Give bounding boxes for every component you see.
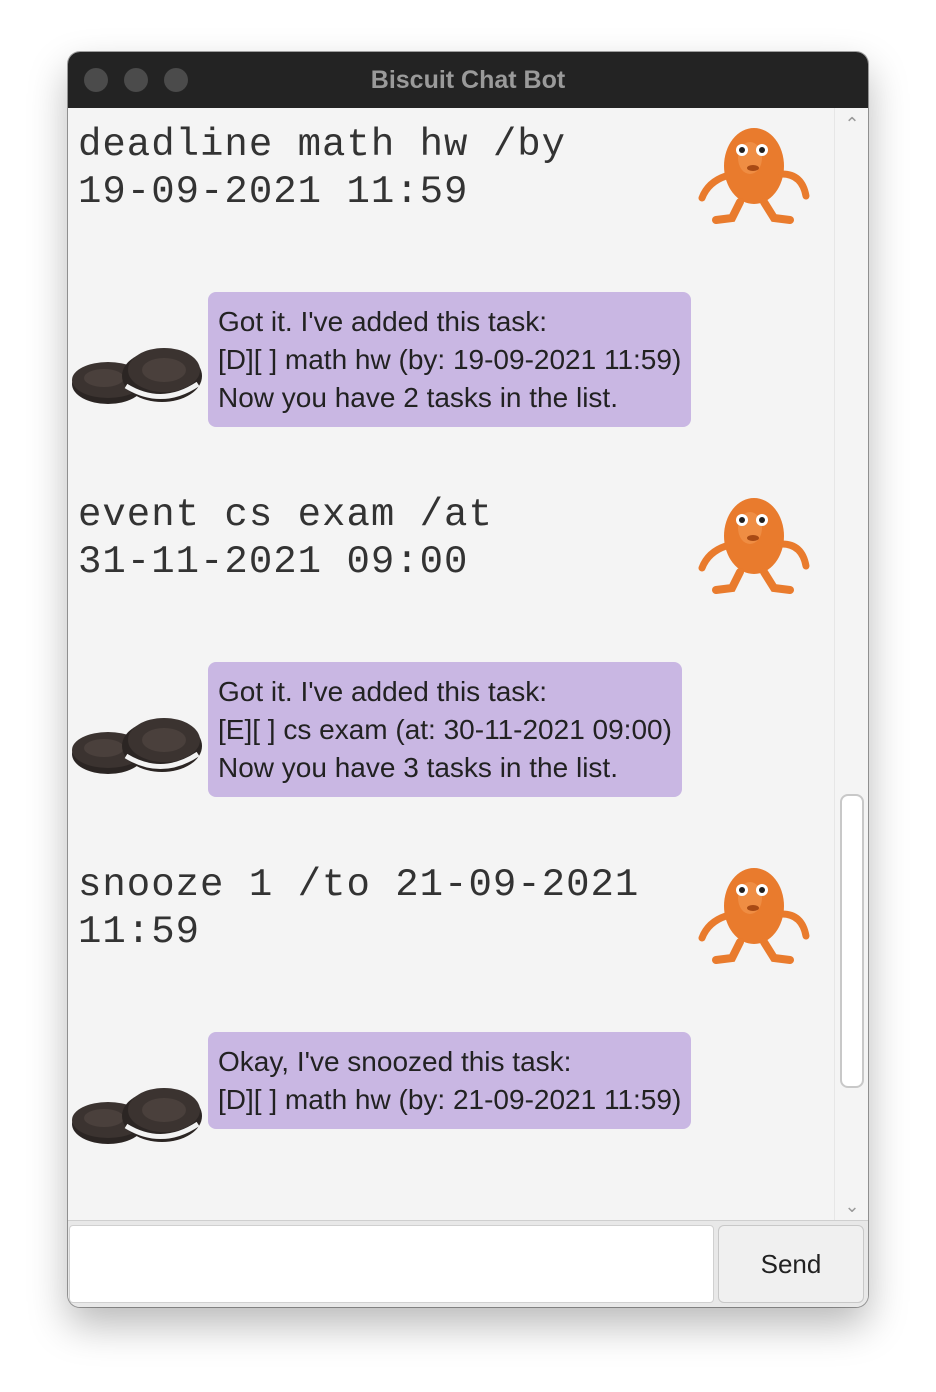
chat-scroll-area[interactable]: deadline math hw /by 19-09-2021 11:59 Go…: [68, 108, 834, 1220]
orange-creature-avatar-icon: [698, 858, 814, 964]
chevron-down-icon[interactable]: ⌄: [835, 1196, 868, 1216]
user-message: deadline math hw /by 19-09-2021 11:59: [78, 123, 567, 214]
oreo-cookie-avatar-icon: [70, 342, 202, 448]
send-button[interactable]: Send: [718, 1225, 864, 1303]
orange-creature-avatar-icon: [698, 488, 814, 594]
vertical-scrollbar[interactable]: ⌃ ⌄: [834, 108, 868, 1220]
bot-message-line: [D][ ] math hw (by: 19-09-2021 11:59): [218, 344, 682, 375]
message-input[interactable]: [69, 1225, 714, 1303]
user-message: event cs exam /at 31-11-2021 09:00: [78, 493, 493, 584]
orange-creature-avatar-icon: [698, 118, 814, 224]
input-bar: Send: [68, 1220, 868, 1307]
oreo-cookie-avatar-icon: [70, 1082, 202, 1188]
bot-message-bubble: Got it. I've added this task: [E][ ] cs …: [208, 662, 682, 797]
oreo-cookie-avatar-icon: [70, 712, 202, 818]
app-window: Biscuit Chat Bot deadline math hw /by 19…: [68, 52, 868, 1307]
bot-message-line: Now you have 3 tasks in the list.: [218, 752, 618, 783]
user-message: snooze 1 /to 21-09-2021 11:59: [78, 863, 640, 954]
bot-message-line: Now you have 2 tasks in the list.: [218, 382, 618, 413]
title-bar: Biscuit Chat Bot: [68, 52, 868, 108]
window-title: Biscuit Chat Bot: [370, 66, 566, 94]
bot-message-bubble: Okay, I've snoozed this task: [D][ ] mat…: [208, 1032, 692, 1129]
bot-message-line: [E][ ] cs exam (at: 30-11-2021 09:00): [218, 714, 672, 745]
bot-message-line: Got it. I've added this task:: [218, 306, 548, 337]
bot-message-line: [D][ ] math hw (by: 21-09-2021 11:59): [218, 1084, 682, 1115]
bot-message-bubble: Got it. I've added this task: [D][ ] mat…: [208, 292, 692, 427]
bot-message-line: Got it. I've added this task:: [218, 676, 548, 707]
scrollbar-thumb[interactable]: [840, 794, 864, 1088]
chevron-up-icon[interactable]: ⌃: [835, 114, 868, 134]
bot-message-line: Okay, I've snoozed this task:: [218, 1046, 572, 1077]
